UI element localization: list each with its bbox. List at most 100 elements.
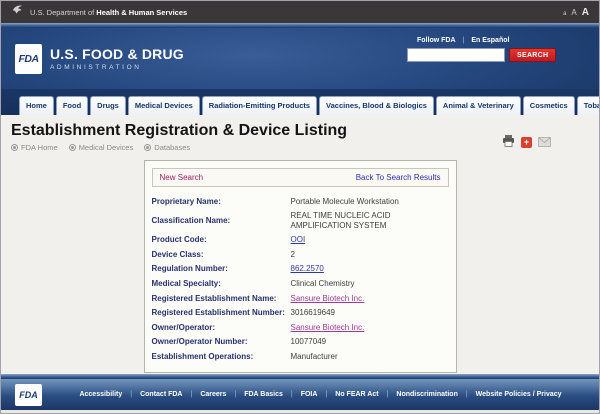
value-link-sansure-biotech-inc[interactable]: Sansure Biotech Inc. (291, 323, 365, 332)
page-bottom-edge (1, 410, 599, 413)
fda-name-line2: ADMINISTRATION (50, 64, 184, 71)
table-row-classification-name: Classification Name:REAL TIME NUCLEIC AC… (152, 209, 451, 233)
breadcrumb-label: Databases (154, 143, 190, 152)
new-search-link[interactable]: New Search (160, 173, 204, 182)
table-row-device-class: Device Class:2 (152, 247, 451, 262)
header-search-input[interactable] (407, 48, 505, 62)
breadcrumb-bullet-icon (11, 144, 18, 151)
device-detail-panel: New Search Back To Search Results Propri… (144, 160, 457, 373)
footer-link-foia[interactable]: FOIA (301, 391, 318, 398)
field-label: Device Class: (152, 247, 291, 262)
fda-header: FDA U.S. FOOD & DRUG ADMINISTRATION Foll… (1, 28, 599, 89)
table-row-product-code: Product Code:OOI (152, 233, 451, 248)
table-row-regulation-number: Regulation Number:862.2570 (152, 262, 451, 277)
breadcrumb: FDA Home Medical Devices Databases (11, 143, 190, 152)
page-action-icons: + (502, 134, 551, 152)
table-row-establishment-operations: Establishment Operations:Manufacturer (152, 350, 451, 365)
nav-tab-home[interactable]: Home (19, 96, 54, 115)
field-value: Clinical Chemistry (291, 277, 451, 292)
nav-tab-food[interactable]: Food (56, 96, 88, 115)
footer-link-careers[interactable]: Careers (200, 391, 226, 398)
value-link-862-2570[interactable]: 862.2570 (291, 264, 324, 273)
table-row-registered-establishment-number: Registered Establishment Number:30166196… (152, 306, 451, 321)
footer-link-separator: | (291, 391, 293, 398)
hhs-department-label[interactable]: U.S. Department of Health & Human Servic… (30, 8, 187, 17)
field-label: Medical Specialty: (152, 277, 291, 292)
breadcrumb-link-databases[interactable]: Databases (144, 143, 190, 152)
value-link-ooi[interactable]: OOI (291, 235, 306, 244)
breadcrumb-link-medical-devices[interactable]: Medical Devices (69, 143, 134, 152)
footer-link-website-policies-privacy[interactable]: Website Policies / Privacy (476, 391, 562, 398)
footer-link-nondiscrimination[interactable]: Nondiscrimination (396, 391, 457, 398)
primary-nav: HomeFoodDrugsMedical DevicesRadiation-Em… (1, 89, 599, 115)
share-icon[interactable]: + (521, 137, 532, 148)
field-value: Sansure Biotech Inc. (291, 320, 451, 335)
nav-tab-medical-devices[interactable]: Medical Devices (128, 96, 200, 115)
fda-logo[interactable]: FDA (15, 44, 42, 74)
field-label: Regulation Number: (152, 262, 291, 277)
table-row-owner-operator-number: Owner/Operator Number:10077049 (152, 335, 451, 350)
footer-link-separator: | (234, 391, 236, 398)
hhs-eagle-logo-icon (11, 3, 24, 21)
nav-tab-radiation-emitting-products[interactable]: Radiation-Emitting Products (202, 96, 317, 115)
email-icon[interactable] (538, 134, 551, 152)
font-size-medium-button[interactable]: A (571, 8, 576, 17)
footer-bar: FDA Accessibility | Contact FDA | Careers | FD… (1, 379, 599, 410)
field-value: OOI (291, 233, 451, 248)
breadcrumb-bullet-icon (69, 144, 76, 151)
field-label: Owner/Operator: (152, 320, 291, 335)
print-icon[interactable] (502, 134, 515, 152)
results-toolbar: New Search Back To Search Results (152, 168, 449, 187)
font-size-controls: a A A (563, 7, 589, 18)
breadcrumb-label: Medical Devices (79, 143, 134, 152)
font-size-large-button[interactable]: A (582, 7, 589, 18)
field-label: Establishment Operations: (152, 350, 291, 365)
footer-link-fda-basics[interactable]: FDA Basics (244, 391, 283, 398)
nav-tab-cosmetics[interactable]: Cosmetics (523, 96, 575, 115)
browser-page: U.S. Department of Health & Human Servic… (0, 0, 600, 414)
fda-wordmark: U.S. FOOD & DRUG ADMINISTRATION (50, 46, 184, 71)
footer-link-contact-fda[interactable]: Contact FDA (140, 391, 182, 398)
table-row-proprietary-name: Proprietary Name:Portable Molecule Works… (152, 194, 451, 209)
field-label: Registered Establishment Name: (152, 291, 291, 306)
field-value: Manufacturer (291, 350, 451, 365)
field-value: 862.2570 (291, 262, 451, 277)
footer-link-separator: | (130, 391, 132, 398)
footer-link-separator: | (387, 391, 389, 398)
nav-tab-tobacco-products[interactable]: Tobacco Products (577, 96, 600, 115)
field-label: Registered Establishment Number: (152, 306, 291, 321)
breadcrumb-bullet-icon (144, 144, 151, 151)
value-link-sansure-biotech-inc[interactable]: Sansure Biotech Inc. (291, 294, 365, 303)
font-size-small-button[interactable]: a (563, 11, 566, 17)
follow-fda-link[interactable]: Follow FDA (417, 37, 456, 44)
table-row-owner-operator: Owner/Operator:Sansure Biotech Inc. (152, 320, 451, 335)
header-search-button[interactable]: SEARCH (509, 48, 556, 62)
hhs-top-bar: U.S. Department of Health & Human Servic… (1, 1, 599, 23)
en-espanol-link[interactable]: En Español (471, 37, 509, 44)
field-value: Portable Molecule Workstation (291, 194, 451, 209)
footer-fda-logo[interactable]: FDA (15, 384, 42, 406)
field-label: Product Code: (152, 233, 291, 248)
breadcrumb-row: FDA HomeMedical DevicesDatabases + (11, 143, 589, 152)
field-value: 2 (291, 247, 451, 262)
field-label: Proprietary Name: (152, 194, 291, 209)
breadcrumb-label: FDA Home (21, 143, 58, 152)
nav-tab-vaccines-blood-biologics[interactable]: Vaccines, Blood & Biologics (319, 96, 434, 115)
footer-links: Accessibility | Contact FDA | Careers | FDA Ba… (42, 391, 599, 398)
nav-tab-animal-veterinary[interactable]: Animal & Veterinary (436, 96, 521, 115)
footer-link-separator: | (325, 391, 327, 398)
table-row-medical-specialty: Medical Specialty:Clinical Chemistry (152, 277, 451, 292)
footer-link-accessibility[interactable]: Accessibility (79, 391, 122, 398)
breadcrumb-link-fda-home[interactable]: FDA Home (11, 143, 58, 152)
field-label: Classification Name: (152, 209, 291, 233)
footer-link-separator: | (466, 391, 468, 398)
field-value: REAL TIME NUCLEIC ACID AMPLIFICATION SYS… (291, 209, 451, 233)
nav-tab-drugs[interactable]: Drugs (90, 96, 126, 115)
header-utility-area: Follow FDA | En Español SEARCH (407, 37, 559, 62)
footer-link-no-fear-act[interactable]: No FEAR Act (335, 391, 378, 398)
table-row-registered-establishment-name: Registered Establishment Name:Sansure Bi… (152, 291, 451, 306)
back-to-results-link[interactable]: Back To Search Results (356, 173, 441, 182)
footer-link-separator: | (190, 391, 192, 398)
field-label: Owner/Operator Number: (152, 335, 291, 350)
device-detail-table: Proprietary Name:Portable Molecule Works… (152, 194, 451, 364)
